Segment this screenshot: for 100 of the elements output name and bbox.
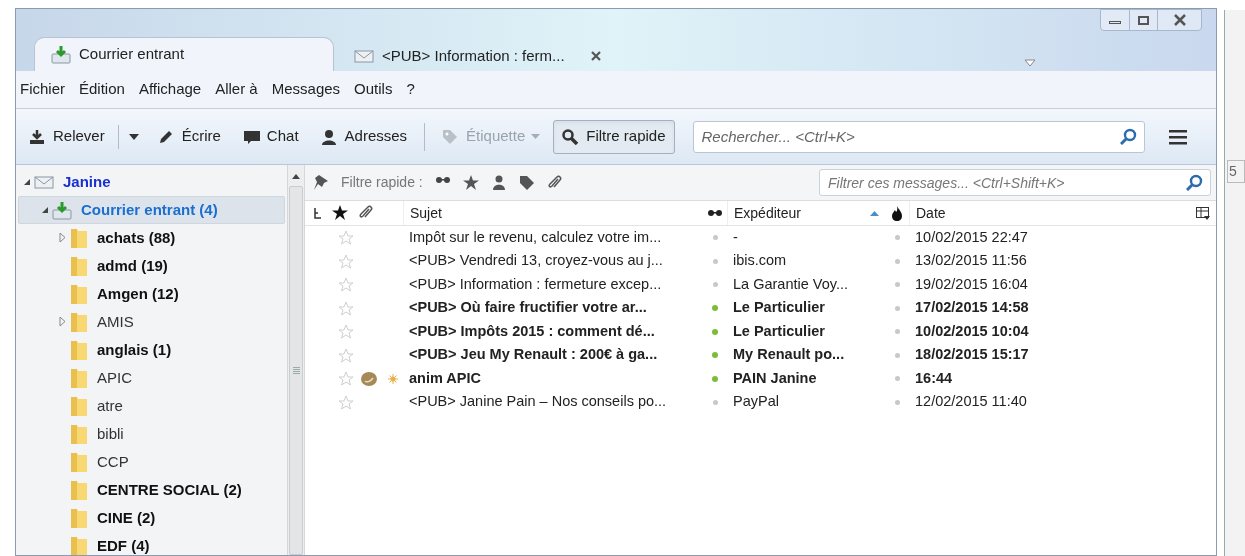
collapsed-icon[interactable] xyxy=(59,317,67,327)
folder-item[interactable]: CINE (2) xyxy=(18,504,285,532)
folder-item[interactable]: Amgen (12) xyxy=(18,280,285,308)
menu-item[interactable]: Fichier xyxy=(20,78,65,101)
menu-item[interactable]: Aller à xyxy=(215,78,258,101)
message-row[interactable]: <PUB> Information : fermeture excep... La Garantie Voy... 19/02/2015 16:04 xyxy=(305,273,1216,297)
pin-icon[interactable] xyxy=(313,174,329,191)
search-icon[interactable] xyxy=(1186,174,1203,191)
star-outline-icon[interactable] xyxy=(338,300,354,316)
message-row[interactable]: <PUB> Janine Pain – Nos conseils po... PayPal 12/02/2015 11:40 xyxy=(305,390,1216,414)
toolbar-button[interactable]: Adresses xyxy=(311,119,417,154)
filter-field[interactable]: Filtrer ces messages... <Ctrl+Shift+K> xyxy=(819,169,1211,196)
date-cell-text: 19/02/2015 16:04 xyxy=(914,274,1028,294)
folder-item[interactable]: AMIS xyxy=(18,308,285,336)
tab-list-icon[interactable] xyxy=(1024,59,1036,67)
message-row[interactable]: anim APIC PAIN Janine 16:44 xyxy=(305,367,1216,391)
folder-item[interactable]: anglais (1) xyxy=(18,336,285,364)
folder-icon xyxy=(70,423,88,445)
message-row[interactable]: <PUB> Où faire fructifier votre ar... Le Particulier 17/02/2015 14:58 xyxy=(305,296,1216,320)
folder-label: bibli xyxy=(97,423,124,444)
message-row[interactable]: <PUB> Vendredi 13, croyez-vous au j... ibis.com 13/02/2015 11:56 xyxy=(305,249,1216,273)
paperclip-icon[interactable] xyxy=(546,174,563,191)
attachment-icon[interactable] xyxy=(360,370,378,387)
folder-icon xyxy=(70,507,88,529)
toolbar-button[interactable]: Écrire xyxy=(148,119,230,154)
folder-icon xyxy=(70,367,88,389)
folder-item[interactable]: APIC xyxy=(18,364,285,392)
subject-cell-text: <PUB> Où faire fructifier votre ar... xyxy=(408,298,648,318)
folder-item[interactable]: bibli xyxy=(18,420,285,448)
scroll-thumb[interactable] xyxy=(289,186,303,555)
folder-label: AMIS xyxy=(97,311,134,332)
caret-icon xyxy=(128,133,139,140)
star-outline-icon[interactable] xyxy=(338,347,354,363)
toolbar-button[interactable]: Chat xyxy=(233,119,308,154)
menu-item[interactable]: ? xyxy=(406,78,415,101)
folder-item[interactable]: CENTRE SOCIAL (2) xyxy=(18,476,285,504)
search-icon xyxy=(562,128,581,145)
scrollbar[interactable] xyxy=(287,165,305,555)
menu-item[interactable]: Édition xyxy=(79,78,125,101)
star-icon[interactable] xyxy=(462,174,479,191)
expanded-icon[interactable] xyxy=(41,206,49,214)
sender-cell-text: ibis.com xyxy=(732,251,788,271)
caret-icon xyxy=(531,134,541,139)
tab[interactable]: <PUB> Information : ferm... xyxy=(342,41,632,71)
folder-icon xyxy=(70,395,88,417)
column-header[interactable]: Date xyxy=(909,201,1196,225)
date-cell-text: 10/02/2015 22:47 xyxy=(914,227,1028,247)
filter-label: Filtre rapide : xyxy=(341,173,423,192)
folder-icon xyxy=(70,339,88,361)
message-row[interactable]: <PUB> Jeu My Renault : 200€ à ga... My Renault po... 18/02/2015 15:17 xyxy=(305,343,1216,367)
menu-item[interactable]: Outils xyxy=(354,78,393,101)
glasses-icon[interactable] xyxy=(707,208,723,218)
search-icon[interactable] xyxy=(1119,127,1137,145)
menu-item[interactable]: Affichage xyxy=(138,78,202,101)
close-tab-icon[interactable] xyxy=(590,51,601,61)
folder-label: Amgen (12) xyxy=(97,283,179,304)
collapsed-icon[interactable] xyxy=(59,233,67,243)
folder-item[interactable]: EDF (4) xyxy=(18,532,285,555)
star-outline-icon[interactable] xyxy=(338,371,354,387)
person-icon xyxy=(320,128,339,145)
menu-item[interactable]: Messages xyxy=(271,78,341,101)
person-icon[interactable] xyxy=(490,174,507,191)
folder-item[interactable]: atre xyxy=(18,392,285,420)
column-header[interactable]: Sujet xyxy=(403,201,703,225)
tab[interactable]: Courrier entrant xyxy=(34,37,334,71)
toolbar-button[interactable]: Filtre rapide xyxy=(553,119,675,154)
folder-item[interactable]: admd (19) xyxy=(18,252,285,280)
star-outline-icon[interactable] xyxy=(338,394,354,410)
paperclip-icon[interactable] xyxy=(358,205,374,221)
folder-icon xyxy=(70,535,88,555)
column-header[interactable]: Expéditeur xyxy=(727,201,885,225)
message-row[interactable]: <PUB> Impôts 2015 : comment dé... Le Particulier 10/02/2015 10:04 xyxy=(305,320,1216,344)
folder-item[interactable]: Janine xyxy=(18,168,285,196)
folder-icon xyxy=(70,311,88,333)
star-icon[interactable] xyxy=(332,205,348,221)
folder-item[interactable]: CCP xyxy=(18,448,285,476)
sender-cell-text: PayPal xyxy=(732,392,780,412)
date-cell-text: 18/02/2015 15:17 xyxy=(914,345,1029,365)
flame-icon[interactable] xyxy=(890,205,904,221)
sender-cell-text: Le Particulier xyxy=(732,321,826,341)
scroll-up-icon[interactable] xyxy=(292,174,300,179)
download-icon xyxy=(29,128,47,145)
star-outline-icon[interactable] xyxy=(338,277,354,293)
search-field[interactable]: Rechercher... <Ctrl+K> xyxy=(692,120,1145,153)
star-outline-icon[interactable] xyxy=(338,324,354,340)
folder-label: Janine xyxy=(63,171,111,192)
message-row[interactable]: Impôt sur le revenu, calculez votre im... - 10/02/2015 22:47 xyxy=(305,226,1216,250)
star-outline-icon[interactable] xyxy=(338,230,354,246)
toolbar-button[interactable]: Relever xyxy=(20,119,114,154)
column-picker-icon[interactable] xyxy=(1196,206,1210,220)
folder-icon xyxy=(70,479,88,501)
menu-icon[interactable] xyxy=(1168,128,1187,145)
folder-item[interactable]: Courrier entrant (4) xyxy=(18,196,285,224)
expanded-icon[interactable] xyxy=(23,178,31,186)
folder-item[interactable]: achats (88) xyxy=(18,224,285,252)
subject-cell-text: <PUB> Impôts 2015 : comment dé... xyxy=(408,321,656,341)
chat-bubble-icon xyxy=(242,128,261,145)
thread-icon[interactable] xyxy=(313,207,322,219)
tag-icon[interactable] xyxy=(518,174,535,191)
star-outline-icon[interactable] xyxy=(338,253,354,269)
